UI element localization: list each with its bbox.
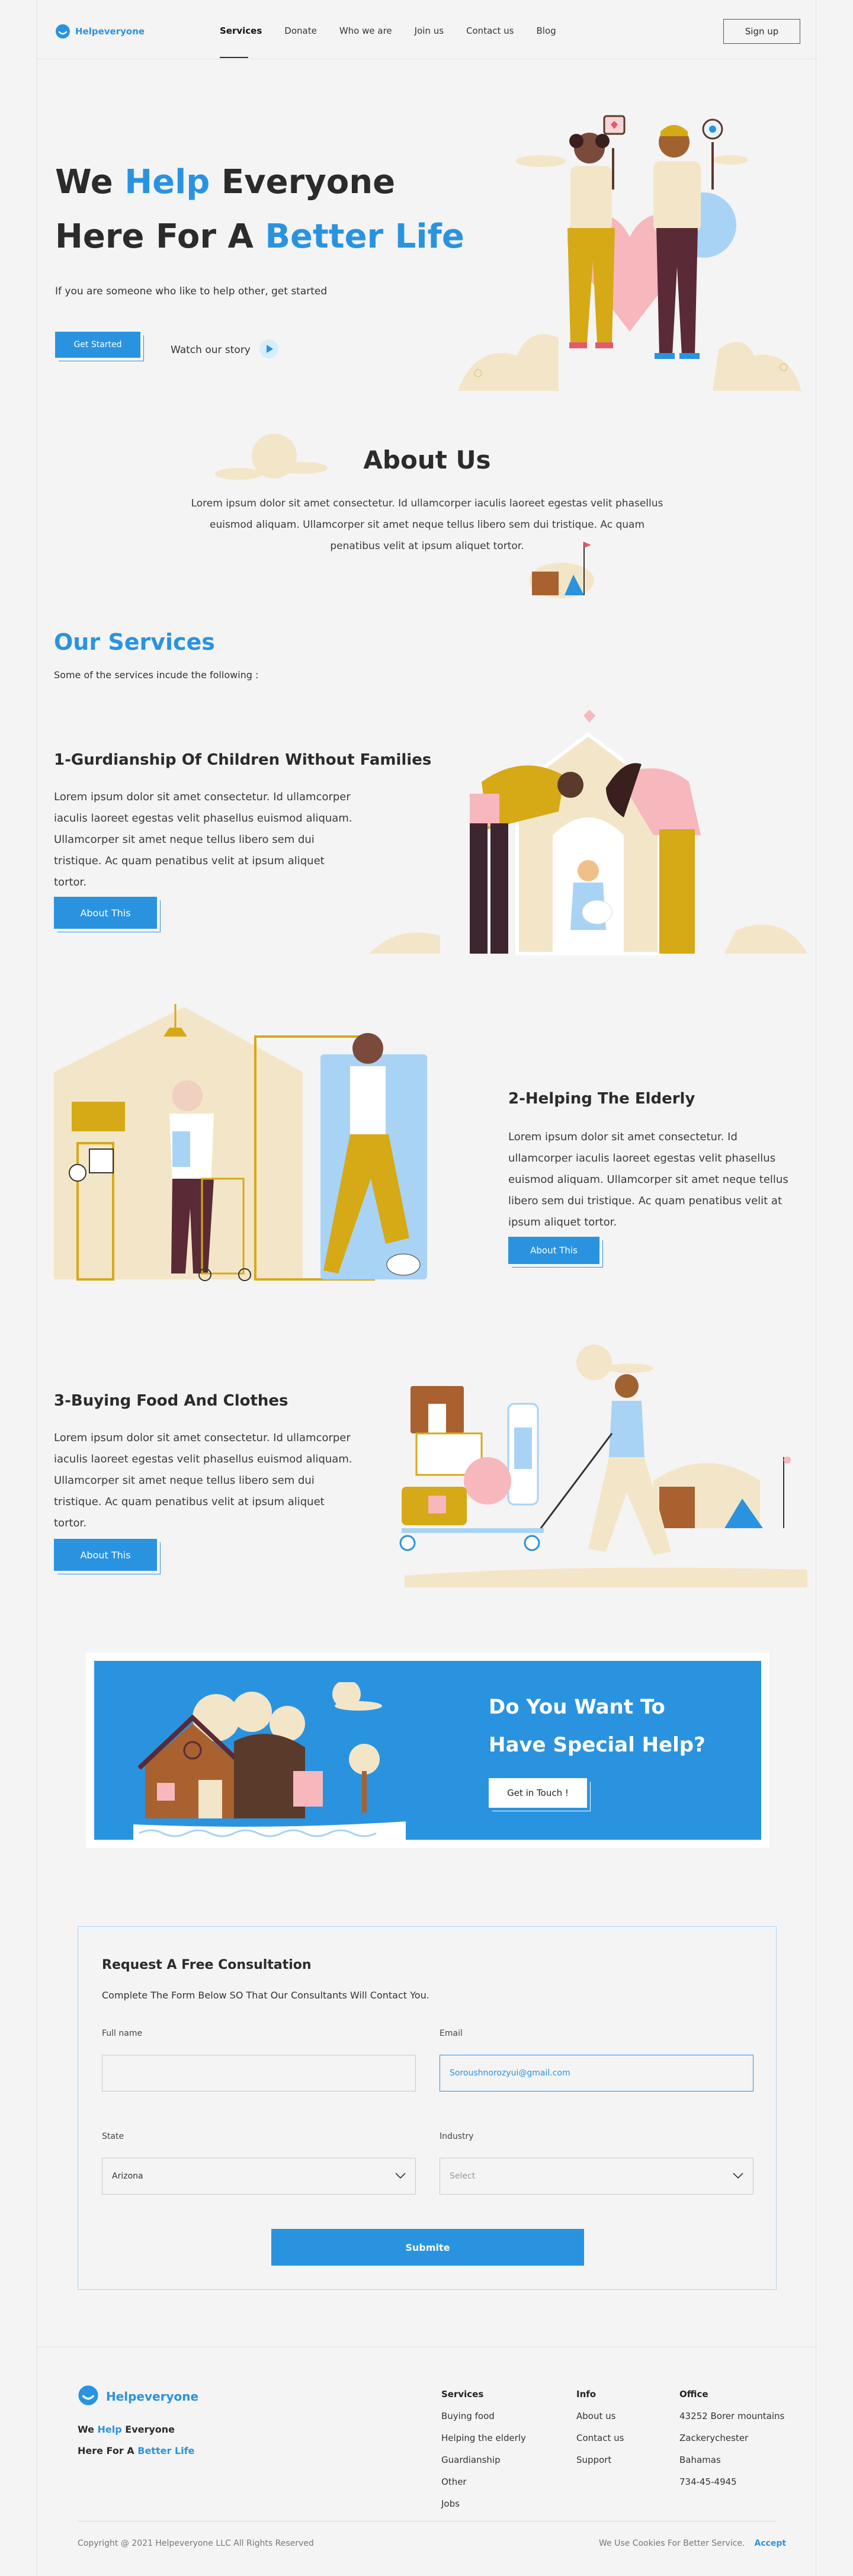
main-nav: Services Donate Who we are Join us Conta… xyxy=(220,25,556,36)
nav-donate[interactable]: Donate xyxy=(284,25,317,36)
industry-select[interactable]: Select xyxy=(440,2158,753,2195)
state-select-value: Arizona xyxy=(112,2171,143,2181)
footer-link-helping-elderly[interactable]: Helping the elderly xyxy=(441,2427,526,2449)
nav-join-us[interactable]: Join us xyxy=(415,25,444,36)
office-phone: 734-45-4945 xyxy=(679,2476,737,2487)
footer-col-services-heading: Services xyxy=(441,2389,484,2399)
office-address-country: Bahamas xyxy=(679,2455,721,2465)
watch-story-link[interactable]: Watch our story xyxy=(171,339,279,361)
footer-brand[interactable]: Helpeveryone xyxy=(78,2385,198,2408)
accept-cookies-button[interactable]: Accept xyxy=(754,2539,786,2548)
footer-col-office-heading: Office xyxy=(679,2389,708,2399)
services-subtitle: Some of the services incude the followin… xyxy=(54,669,259,681)
brand-name: Helpeveryone xyxy=(75,26,145,37)
service-2-illustration xyxy=(54,1001,433,1285)
industry-select-placeholder: Select xyxy=(450,2171,476,2181)
about-text: Lorem ipsum dolor sit amet consectetur. … xyxy=(191,498,663,552)
chevron-down-icon xyxy=(395,2171,406,2181)
footer-col-office: Office 43252 Borer mountains Zackeryches… xyxy=(679,2383,784,2493)
smile-logo-icon xyxy=(55,24,70,39)
footer-tagline-line-1: We Help Everyone xyxy=(78,2424,175,2435)
chevron-down-icon xyxy=(733,2171,743,2181)
get-in-touch-button[interactable]: Get in Touch ! xyxy=(489,1778,587,1808)
service-3-illustration xyxy=(393,1339,807,1587)
hero-title-line-1: We Help Everyone xyxy=(55,163,396,201)
about-title: About Us xyxy=(363,445,491,474)
about-house-illustration xyxy=(514,539,597,598)
footer-link-other[interactable]: Other xyxy=(441,2471,526,2493)
cookie-notice: We Use Cookies For Better Service. Accep… xyxy=(599,2539,786,2548)
service-2-title: 2-Helping The Elderly xyxy=(508,1090,695,1108)
help-banner-line-1: Do You Want To xyxy=(489,1695,665,1719)
service-1-text: Lorem ipsum dolor sit amet consectetur. … xyxy=(54,791,352,888)
hero-title: We Help Everyone Here For A Better Life xyxy=(55,155,464,264)
nav-blog[interactable]: Blog xyxy=(536,25,556,36)
service-3-text: Lorem ipsum dolor sit amet consectetur. … xyxy=(54,1432,352,1529)
help-banner-illustration xyxy=(133,1680,406,1842)
industry-label: Industry xyxy=(440,2132,474,2141)
copyright-text: Copyright @ 2021 Helpeveryone LLC All Ri… xyxy=(78,2539,314,2548)
services-title: Our Services xyxy=(54,629,215,655)
nav-active-underline xyxy=(220,57,248,58)
form-subtitle: Complete The Form Below SO That Our Cons… xyxy=(102,1990,429,2001)
hero-title-line-2: Here For A Better Life xyxy=(55,217,464,256)
help-banner-heading: Do You Want To Have Special Help? xyxy=(489,1688,706,1764)
email-label: Email xyxy=(440,2029,463,2038)
service-1-illustration xyxy=(369,699,807,960)
header: Helpeveryone Services Donate Who we are … xyxy=(37,0,817,59)
service-2-text: Lorem ipsum dolor sit amet consectetur. … xyxy=(508,1131,788,1228)
help-banner-line-2: Have Special Help? xyxy=(489,1733,706,1757)
signup-button[interactable]: Sign up xyxy=(723,19,800,44)
email-field[interactable]: Soroushnorozyui@gmail.com xyxy=(440,2055,753,2091)
footer-brand-name: Helpeveryone xyxy=(106,2389,199,2404)
hero-illustration xyxy=(452,107,807,397)
footer-tagline: We Help Everyone Here For A Better Life xyxy=(78,2419,194,2462)
submit-button[interactable]: Submite xyxy=(271,2229,584,2266)
form-title: Request A Free Consultation xyxy=(102,1958,312,1972)
nav-services[interactable]: Services xyxy=(220,25,262,36)
footer-col-info-heading: Info xyxy=(576,2389,597,2399)
service-2-about-button[interactable]: About This xyxy=(508,1237,599,1264)
service-1-about-button[interactable]: About This xyxy=(54,897,157,929)
footer-col-info: Info About us Contact us Support xyxy=(576,2383,624,2471)
state-select[interactable]: Arizona xyxy=(102,2158,416,2195)
footer-tagline-line-2: Here For A Better Life xyxy=(78,2445,195,2456)
nav-contact-us[interactable]: Contact us xyxy=(466,25,514,36)
watch-story-label: Watch our story xyxy=(171,344,251,356)
get-started-button[interactable]: Get Started xyxy=(55,332,140,358)
brand-logo[interactable]: Helpeveryone xyxy=(55,24,145,39)
play-icon xyxy=(259,339,279,361)
footer-link-buying-food[interactable]: Buying food xyxy=(441,2405,526,2427)
page-frame: Helpeveryone Services Donate Who we are … xyxy=(37,0,817,2576)
office-address-city: Zackerychester xyxy=(679,2433,749,2443)
service-3-title: 3-Buying Food And Clothes xyxy=(54,1392,288,1410)
smile-logo-icon xyxy=(78,2385,99,2408)
cookie-notice-text: We Use Cookies For Better Service. xyxy=(599,2539,745,2548)
hero-subtitle: If you are someone who like to help othe… xyxy=(55,285,328,297)
help-banner: Do You Want To Have Special Help? Get in… xyxy=(86,1653,769,1848)
footer-link-about-us[interactable]: About us xyxy=(576,2405,624,2427)
footer-bottom-divider xyxy=(78,2521,777,2522)
footer-col-services: Services Buying food Helping the elderly… xyxy=(441,2383,526,2515)
footer-link-jobs[interactable]: Jobs xyxy=(441,2493,526,2515)
consultation-form: Request A Free Consultation Complete The… xyxy=(78,1926,777,2290)
footer-link-guardianship[interactable]: Guardianship xyxy=(441,2449,526,2471)
service-3-about-button[interactable]: About This xyxy=(54,1539,157,1571)
fullname-field[interactable] xyxy=(102,2055,416,2091)
fullname-label: Full name xyxy=(102,2029,143,2038)
nav-who-we-are[interactable]: Who we are xyxy=(339,25,392,36)
footer-link-contact-us[interactable]: Contact us xyxy=(576,2427,624,2449)
state-label: State xyxy=(102,2132,124,2141)
office-address-street: 43252 Borer mountains xyxy=(679,2411,785,2421)
footer-link-support[interactable]: Support xyxy=(576,2449,624,2471)
